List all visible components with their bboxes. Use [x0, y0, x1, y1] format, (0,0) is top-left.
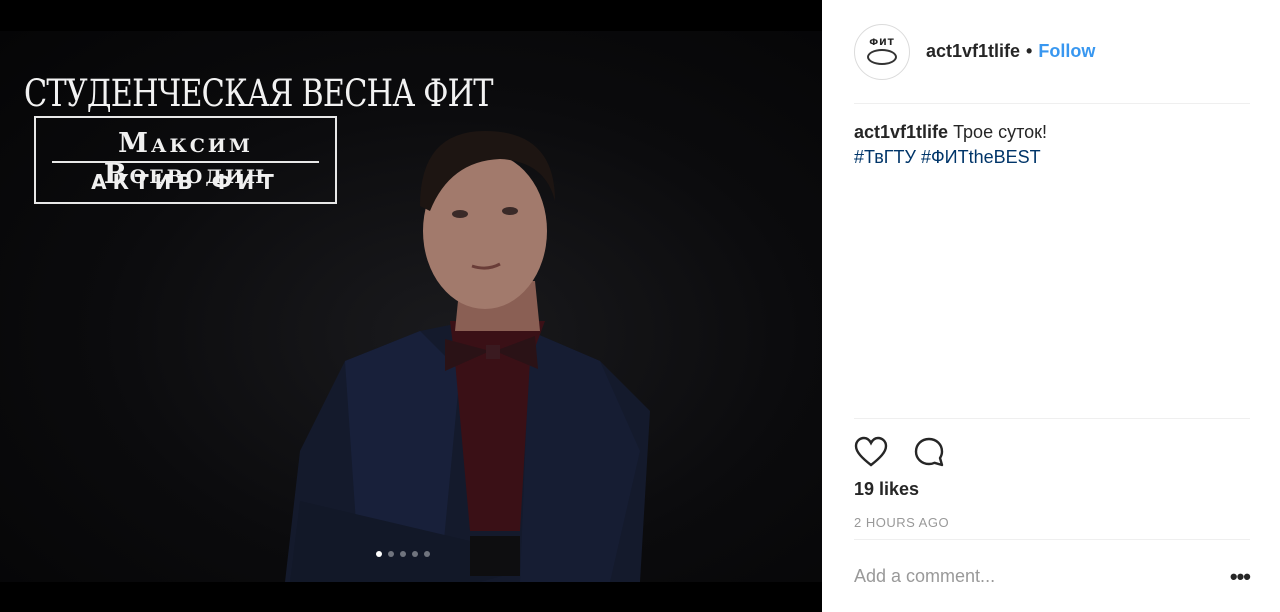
overlay-title: СТУДЕНЧЕСКАЯ ВЕСНА ФИТ	[24, 72, 493, 115]
header-text: act1vf1tlife • Follow	[926, 41, 1095, 62]
carousel-dot[interactable]	[424, 551, 430, 557]
avatar-logo-text: ФИТ	[869, 37, 895, 48]
caption-text: Трое суток!	[953, 122, 1048, 142]
instagram-post: СТУДЕНЧЕСКАЯ ВЕСНА ФИТ Максим Воеводин А…	[0, 0, 1280, 612]
carousel-dot[interactable]	[400, 551, 406, 557]
comment-input[interactable]	[854, 566, 1194, 587]
overlay-divider	[52, 161, 319, 163]
carousel-dot[interactable]	[388, 551, 394, 557]
comment-bubble-icon[interactable]	[912, 435, 946, 469]
carousel-indicator	[376, 551, 430, 557]
caption-username[interactable]: act1vf1tlife	[854, 122, 948, 142]
overlay-name-box: Максим Воеводин АКТИВ ФИТ	[34, 116, 337, 204]
post-header: ФИТ act1vf1tlife • Follow	[854, 0, 1250, 104]
header-separator: •	[1026, 41, 1033, 61]
follow-button[interactable]: Follow	[1038, 41, 1095, 62]
avatar-logo-mark	[867, 48, 897, 65]
post-side-panel: ФИТ act1vf1tlife • Follow act1vf1tlife Т…	[822, 0, 1280, 612]
post-caption: act1vf1tlife Трое суток! #ТвГТУ #ФИТtheB…	[854, 120, 1250, 170]
post-timestamp: 2 HOURS AGO	[854, 515, 950, 530]
overlay-subtitle: АКТИВ ФИТ	[91, 170, 280, 194]
header-username[interactable]: act1vf1tlife	[926, 41, 1020, 62]
carousel-dot[interactable]	[376, 551, 382, 557]
likes-count[interactable]: 19 likes	[854, 479, 919, 500]
hashtag-link[interactable]: #ТвГТУ	[854, 147, 916, 167]
comment-section: •••	[854, 539, 1251, 612]
post-actions: 19 likes 2 HOURS AGO	[854, 418, 1250, 530]
more-options-icon[interactable]: •••	[1230, 564, 1251, 590]
carousel-dot[interactable]	[412, 551, 418, 557]
post-media[interactable]: СТУДЕНЧЕСКАЯ ВЕСНА ФИТ Максим Воеводин А…	[0, 0, 822, 612]
heart-icon[interactable]	[854, 435, 888, 469]
hashtag-link[interactable]: #ФИТtheBEST	[921, 147, 1041, 167]
avatar[interactable]: ФИТ	[854, 23, 910, 80]
action-icons	[854, 435, 946, 469]
